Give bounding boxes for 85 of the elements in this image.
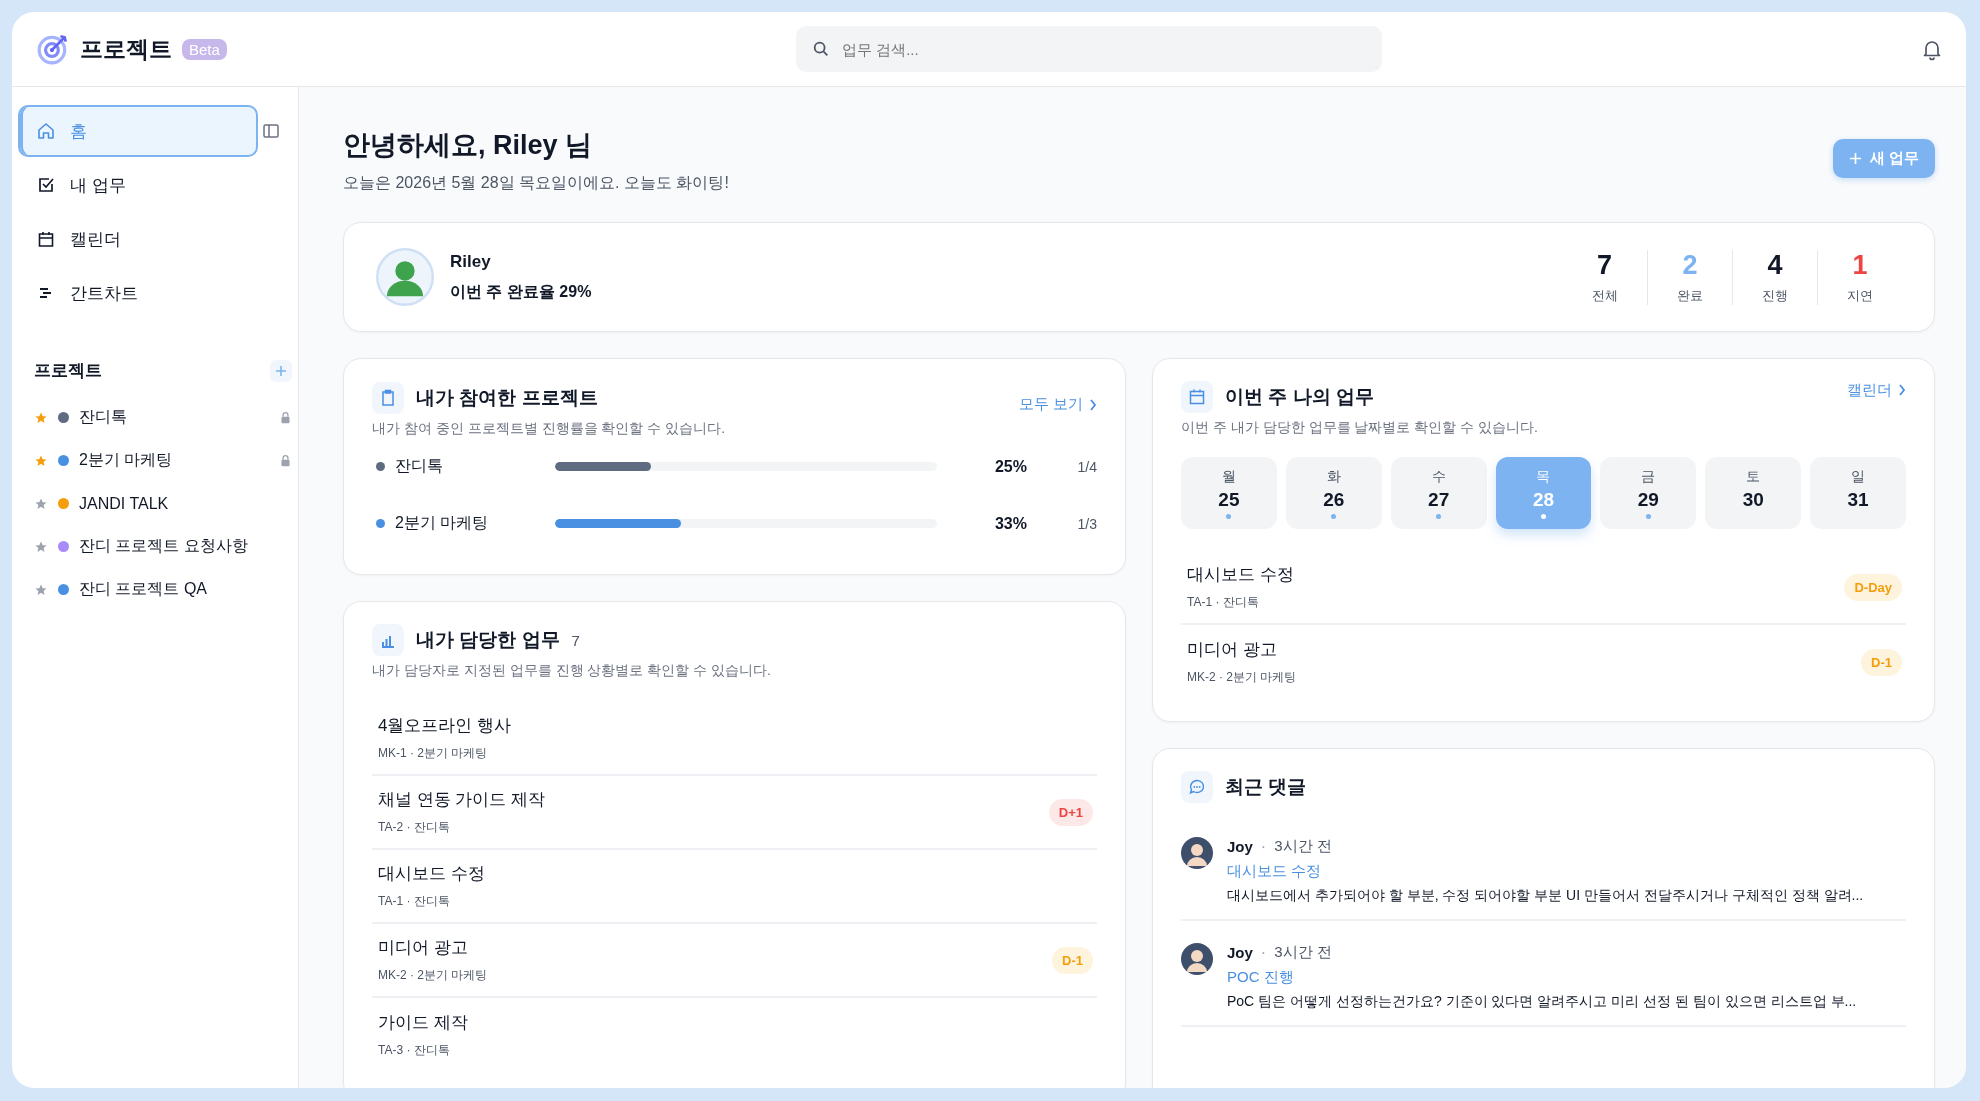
- search-icon: [812, 40, 830, 58]
- progress-percent: 33%: [993, 514, 1027, 533]
- home-icon: [36, 121, 56, 141]
- section-title: 프로젝트: [34, 360, 102, 382]
- day-tab[interactable]: 화 26: [1285, 457, 1382, 529]
- task-item[interactable]: 미디어 광고 MK-2 · 2분기 마케팅 D-1: [1181, 625, 1906, 699]
- bar-chart-icon: [372, 624, 404, 656]
- target-logo-icon: [36, 32, 70, 66]
- stat-value: 1: [1852, 249, 1868, 281]
- day-tab[interactable]: 금 29: [1600, 457, 1697, 529]
- completion-rate: 이번 주 완료율 29%: [450, 281, 592, 302]
- calendar-icon: [36, 229, 56, 249]
- plus-icon: [1848, 152, 1862, 165]
- project-item[interactable]: 잔디 프로젝트 QA: [34, 568, 292, 611]
- comment-text: 대시보드에서 추가되어야 할 부분, 수정 되어야할 부분 UI 만들어서 전달주시거나 구체적인 정책 알려...: [1227, 887, 1864, 905]
- stat-label: 전체: [1591, 286, 1618, 305]
- star-icon[interactable]: [34, 496, 48, 511]
- card-title: 이번 주 나의 업무: [1225, 385, 1374, 409]
- progress-count: 1/4: [1076, 458, 1097, 475]
- user-name: Riley: [450, 251, 492, 272]
- task-item[interactable]: 가이드 제작 TA-3 · 잔디톡: [372, 998, 1097, 1072]
- avatar-icon: [376, 248, 434, 306]
- due-badge: D-1: [1052, 946, 1093, 974]
- task-item[interactable]: 대시보드 수정 TA-1 · 잔디톡: [372, 850, 1097, 924]
- stat-value: 2: [1682, 249, 1698, 281]
- task-item[interactable]: 대시보드 수정 TA-1 · 잔디톡 D-Day: [1181, 551, 1906, 625]
- comment-time: 3시간 전: [1274, 943, 1332, 962]
- project-name: 잔디톡: [395, 456, 444, 476]
- clipboard-icon: [372, 381, 404, 414]
- comment-author: Joy: [1227, 838, 1253, 855]
- comment-text: PoC 팀은 어떻게 선정하는건가요? 기준이 있다면 알려주시고 미리 선정 된 팀이 있으면 리스트업 부...: [1227, 993, 1857, 1011]
- task-item[interactable]: 4월오프라인 행사 MK-1 · 2분기 마케팅: [372, 702, 1097, 776]
- task-count: 7: [571, 631, 580, 649]
- card-description: 이번 주 내가 담당한 업무를 날짜별로 확인할 수 있습니다.: [1181, 419, 1539, 437]
- stat-label: 지연: [1847, 286, 1873, 305]
- task-item[interactable]: 채널 연동 가이드 제작 TA-2 · 잔디톡 D+1: [372, 776, 1097, 850]
- comment-author: Joy: [1227, 944, 1253, 961]
- stat-label: 완료: [1677, 286, 1703, 305]
- nav-item[interactable]: 간트차트: [18, 267, 258, 319]
- task-item[interactable]: 미디어 광고 MK-2 · 2분기 마케팅 D-1: [372, 924, 1097, 998]
- app-title: 프로젝트: [80, 34, 172, 64]
- due-badge: D-Day: [1844, 573, 1902, 601]
- project-item[interactable]: JANDI TALK: [34, 482, 292, 525]
- stat-value: 7: [1597, 249, 1612, 281]
- separator-dot: ·: [1260, 943, 1267, 962]
- card-title: 내가 참여한 프로젝트: [416, 385, 598, 410]
- avatar-icon: [1181, 837, 1213, 869]
- search-field[interactable]: 업무 검색...: [796, 26, 1382, 72]
- due-badge: D-1: [1861, 648, 1902, 676]
- card-title: 내가 담당한 업무: [416, 628, 560, 652]
- avatar-icon: [1181, 943, 1213, 975]
- project-item[interactable]: 잔디 프로젝트 요청사항: [34, 525, 292, 568]
- greeting-subtitle: 오늘은 2026년 5월 28일 목요일이에요. 오늘도 화이팅!: [343, 173, 729, 193]
- chevron-right-icon: [1898, 384, 1906, 396]
- progress-count: 1/3: [1076, 515, 1097, 532]
- project-item[interactable]: 2분기 마케팅: [34, 439, 292, 482]
- day-tab[interactable]: 일 31: [1810, 457, 1906, 529]
- star-icon[interactable]: [34, 410, 48, 425]
- stat-label: 진행: [1762, 286, 1788, 305]
- day-tab[interactable]: 토 30: [1705, 457, 1802, 529]
- stat-value: 4: [1767, 249, 1783, 281]
- chevron-right-icon: [1089, 398, 1097, 411]
- due-badge: D+1: [1048, 798, 1093, 826]
- day-tab[interactable]: 월 25: [1181, 457, 1277, 529]
- project-name: 2분기 마케팅: [395, 513, 490, 533]
- star-icon[interactable]: [34, 582, 48, 597]
- nav-item[interactable]: 내 업무: [18, 159, 258, 211]
- greeting-title: 안녕하세요, Riley 님: [343, 129, 594, 162]
- project-item[interactable]: 잔디톡: [34, 396, 292, 439]
- add-icon[interactable]: [270, 359, 292, 382]
- chat-bubble-icon: [1181, 771, 1213, 803]
- nav-item[interactable]: 캘린더: [18, 213, 258, 265]
- separator-dot: ·: [1260, 837, 1267, 856]
- checkbox-icon: [36, 175, 56, 195]
- beta-badge: Beta: [182, 38, 227, 60]
- star-icon[interactable]: [34, 453, 48, 468]
- card-description: 내가 참여 중인 프로젝트별 진행률을 확인할 수 있습니다.: [372, 420, 727, 438]
- day-tab[interactable]: 수 27: [1390, 457, 1487, 529]
- comment-time: 3시간 전: [1274, 837, 1332, 856]
- sidebar-toggle-icon[interactable]: [262, 122, 280, 140]
- card-title: 최근 댓글: [1225, 775, 1307, 799]
- card-description: 내가 담당자로 지정된 업무를 진행 상황별로 확인할 수 있습니다.: [372, 662, 772, 680]
- star-icon[interactable]: [34, 539, 48, 554]
- calendar-icon: [1181, 381, 1213, 413]
- progress-percent: 25%: [993, 457, 1027, 476]
